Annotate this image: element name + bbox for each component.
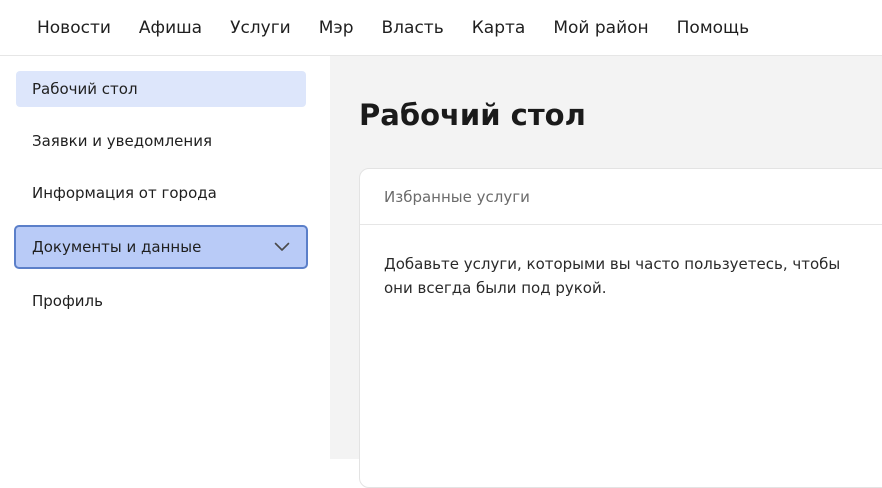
sidebar-item-label: Информация от города [32, 184, 217, 202]
topnav-news[interactable]: Новости [37, 18, 111, 38]
sidebar-item-dashboard[interactable]: Рабочий стол [16, 71, 306, 107]
topnav-help[interactable]: Помощь [677, 18, 749, 38]
topnav-government[interactable]: Власть [382, 18, 444, 38]
page-title: Рабочий стол [359, 98, 586, 132]
sidebar-item-label: Профиль [32, 292, 103, 310]
topnav-services[interactable]: Услуги [230, 18, 291, 38]
topnav-mayor[interactable]: Мэр [319, 18, 354, 38]
card-header: Избранные услуги [360, 169, 882, 225]
top-navigation: Новости Афиша Услуги Мэр Власть Карта Мо… [0, 0, 882, 56]
sidebar-item-label: Рабочий стол [32, 80, 138, 98]
sidebar-item-label: Документы и данные [32, 238, 202, 256]
chevron-down-icon[interactable] [274, 242, 290, 252]
sidebar-item-requests[interactable]: Заявки и уведомления [16, 123, 306, 159]
sidebar-item-profile[interactable]: Профиль [16, 283, 306, 319]
topnav-events[interactable]: Афиша [139, 18, 202, 38]
card-body-text: Добавьте услуги, которыми вы часто польз… [384, 255, 841, 297]
topnav-map[interactable]: Карта [472, 18, 526, 38]
main-content: Рабочий стол Избранные услуги Добавьте у… [330, 56, 882, 488]
favorite-services-card: Избранные услуги Добавьте услуги, которы… [359, 168, 882, 488]
sidebar-item-label: Заявки и уведомления [32, 132, 212, 150]
topnav-my-district[interactable]: Мой район [553, 18, 648, 38]
sidebar: Рабочий стол Заявки и уведомления Информ… [0, 56, 330, 459]
sidebar-item-documents[interactable]: Документы и данные [14, 225, 308, 269]
sidebar-item-city-info[interactable]: Информация от города [16, 175, 306, 211]
